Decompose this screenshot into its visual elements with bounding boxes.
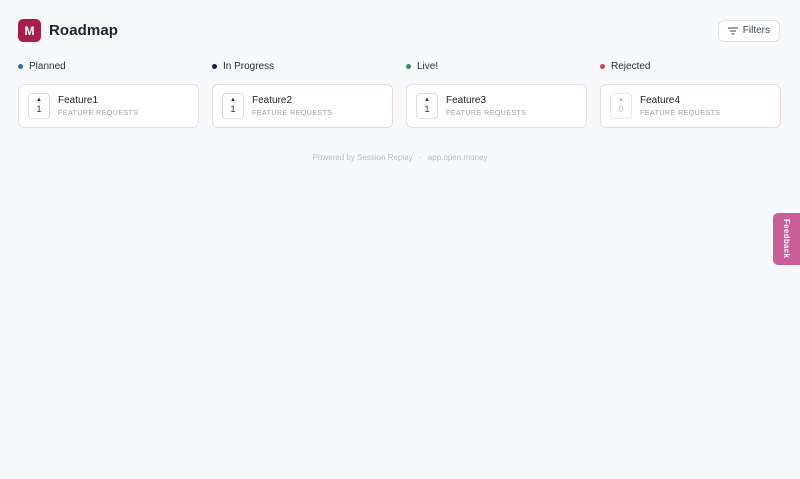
column-label: In Progress [223, 60, 275, 72]
logo[interactable]: M [18, 19, 41, 42]
column-header: In Progress [212, 60, 393, 72]
feedback-tab[interactable]: Feedback [773, 213, 800, 265]
column-header: Live! [406, 60, 587, 72]
column-planned: Planned ▲ 1 Feature1 FEATURE REQUESTS [18, 60, 199, 128]
feature-title: Feature3 [446, 95, 487, 106]
card-text: Feature3 FEATURE REQUESTS [446, 95, 527, 117]
feature-title: Feature2 [252, 95, 293, 106]
status-dot [406, 63, 411, 69]
upvote-arrow-icon: ▲ [36, 97, 42, 103]
upvote-button[interactable]: ▲ 1 [416, 93, 438, 119]
feature-category: FEATURE REQUESTS [58, 110, 139, 117]
card-text: Feature2 FEATURE REQUESTS [252, 95, 333, 117]
column-label: Rejected [611, 60, 651, 72]
vote-count: 1 [36, 104, 42, 114]
powered-by-footer: Powered by Session Replay · app.open.mon… [0, 153, 800, 162]
feature-card[interactable]: ▲ 1 Feature1 FEATURE REQUESTS [18, 84, 199, 128]
column-in-progress: In Progress ▲ 1 Feature2 FEATURE REQUEST… [212, 60, 393, 128]
feature-title: Feature1 [58, 95, 99, 106]
feature-category: FEATURE REQUESTS [446, 110, 527, 117]
feature-category: FEATURE REQUESTS [252, 110, 333, 117]
column-label: Live! [417, 60, 439, 72]
upvote-arrow-icon: ▲ [424, 97, 430, 103]
status-dot [18, 63, 23, 69]
feature-category: FEATURE REQUESTS [640, 110, 721, 117]
footer-separator: · [418, 153, 422, 162]
vote-count: 1 [424, 104, 430, 114]
upvote-button[interactable]: ▲ 1 [222, 93, 244, 119]
vote-count: 0 [618, 104, 624, 114]
feature-card[interactable]: ▲ 1 Feature2 FEATURE REQUESTS [212, 84, 393, 128]
domain-link[interactable]: app.open.money [428, 153, 488, 162]
column-header: Rejected [600, 60, 781, 72]
filter-lines-icon [727, 27, 738, 35]
powered-by-link[interactable]: Powered by Session Replay [313, 153, 413, 162]
column-header: Planned [18, 60, 199, 72]
vote-count: 1 [230, 104, 236, 114]
status-dot [600, 63, 605, 69]
card-text: Feature4 FEATURE REQUESTS [640, 95, 721, 117]
column-label: Planned [29, 60, 66, 72]
roadmap-columns: Planned ▲ 1 Feature1 FEATURE REQUESTS In… [18, 60, 781, 128]
card-text: Feature1 FEATURE REQUESTS [58, 95, 139, 117]
filters-button[interactable]: Filters [717, 19, 780, 42]
feature-card[interactable]: ▲ 1 Feature3 FEATURE REQUESTS [406, 84, 587, 128]
feature-title: Feature4 [640, 95, 681, 106]
upvote-arrow-icon: ▲ [618, 97, 624, 103]
page-title: Roadmap [49, 22, 119, 39]
upvote-button[interactable]: ▲ 0 [610, 93, 632, 119]
feature-card[interactable]: ▲ 0 Feature4 FEATURE REQUESTS [600, 84, 781, 128]
status-dot [212, 63, 217, 69]
column-live: Live! ▲ 1 Feature3 FEATURE REQUESTS [406, 60, 587, 128]
filters-label: Filters [742, 25, 770, 36]
upvote-arrow-icon: ▲ [230, 97, 236, 103]
brand: M Roadmap [18, 19, 118, 42]
column-rejected: Rejected ▲ 0 Feature4 FEATURE REQUESTS [600, 60, 781, 128]
roadmap-page: M Roadmap Filters Planned ▲ 1 Feature1 F… [0, 0, 800, 479]
upvote-button[interactable]: ▲ 1 [28, 93, 50, 119]
feedback-label: Feedback [782, 219, 791, 259]
header: M Roadmap Filters [18, 19, 780, 42]
